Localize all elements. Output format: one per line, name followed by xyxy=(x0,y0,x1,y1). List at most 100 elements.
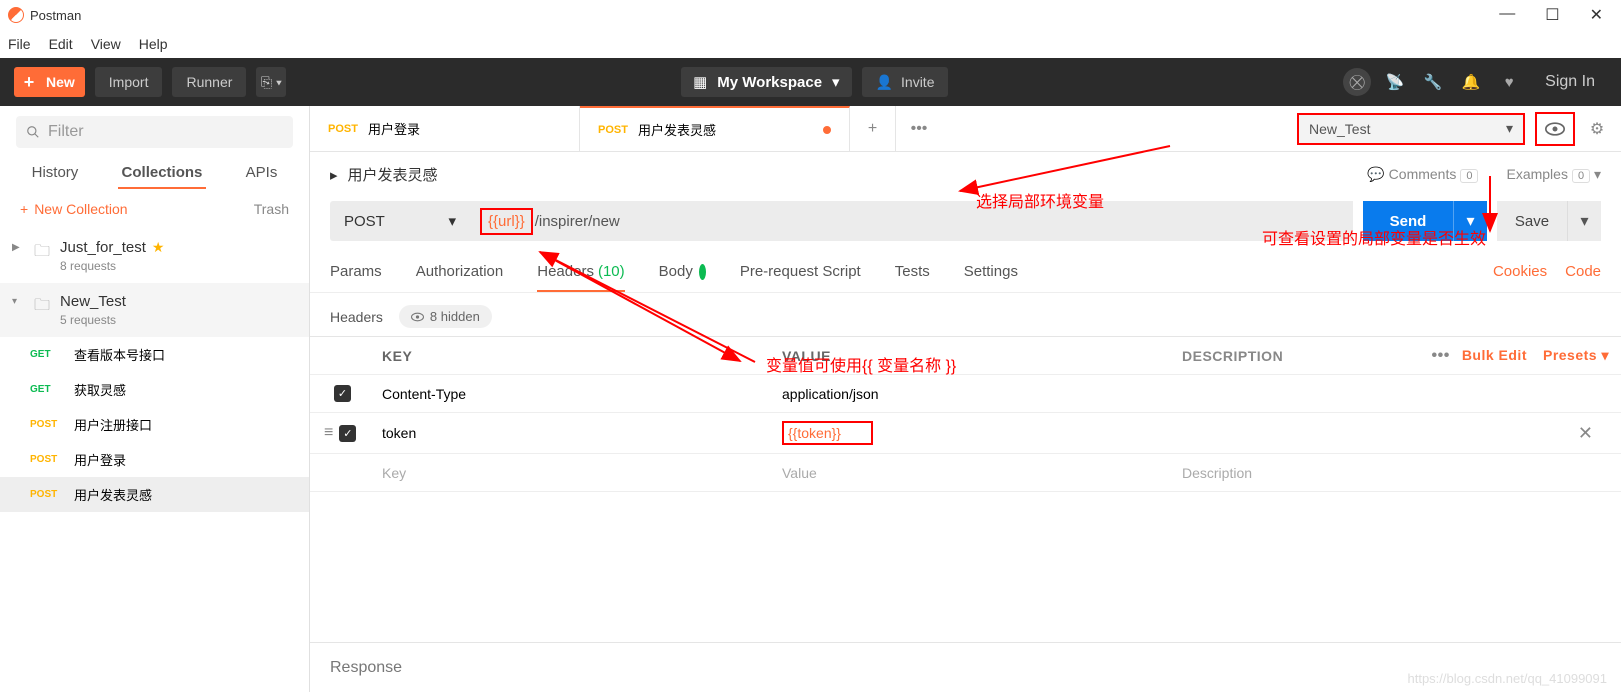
chevron-down-icon[interactable]: ▾ xyxy=(12,293,24,307)
sync-off-icon[interactable]: ⛒ xyxy=(1343,68,1371,96)
quick-look-button[interactable] xyxy=(1535,112,1575,146)
subtab-settings[interactable]: Settings xyxy=(964,257,1018,292)
bell-icon[interactable]: 🔔 xyxy=(1457,68,1485,96)
menu-file[interactable]: File xyxy=(8,36,31,52)
request-tab[interactable]: POST 用户发表灵感 xyxy=(580,106,850,151)
chevron-down-icon: ▾ xyxy=(1506,120,1513,137)
dot-icon xyxy=(699,264,706,280)
chevron-right-icon[interactable]: ▶ xyxy=(12,239,24,253)
headers-label: Headers xyxy=(330,309,383,325)
save-button[interactable]: Save xyxy=(1497,201,1567,241)
request-item[interactable]: GET获取灵感 xyxy=(0,372,309,407)
code-link[interactable]: Code xyxy=(1565,257,1601,292)
more-icon[interactable]: ••• xyxy=(1432,347,1450,365)
col-desc-header: DESCRIPTION xyxy=(1182,348,1283,364)
request-tabs: POST 用户登录 POST 用户发表灵感 + ••• New_Test ▾ ⚙ xyxy=(310,106,1621,152)
method-dropdown[interactable]: POST ▾ xyxy=(330,201,470,241)
plus-icon: + xyxy=(20,201,28,217)
new-collection-button[interactable]: + New Collection xyxy=(20,201,128,217)
tab-apis[interactable]: APIs xyxy=(242,158,282,189)
subtab-tests[interactable]: Tests xyxy=(895,257,930,292)
grid-icon: ▦ xyxy=(693,73,707,91)
person-icon: 👤 xyxy=(876,74,893,91)
close-icon[interactable]: ✕ xyxy=(1590,5,1603,25)
chevron-right-icon: ▸ xyxy=(330,166,338,184)
gear-icon[interactable]: ⚙ xyxy=(1585,119,1609,139)
checkbox-icon[interactable]: ✓ xyxy=(339,425,356,442)
open-new-icon[interactable]: ⎘ ▾ xyxy=(256,67,286,97)
window-titlebar: Postman — ☐ ✕ xyxy=(0,0,1621,30)
request-item[interactable]: GET查看版本号接口 xyxy=(0,337,309,372)
workspace-dropdown[interactable]: ▦ My Workspace ▾ xyxy=(681,67,851,97)
folder-icon: 🗀 xyxy=(34,293,50,321)
tab-more-button[interactable]: ••• xyxy=(896,106,942,151)
table-row[interactable]: Key Value Description xyxy=(310,454,1621,492)
unsaved-dot-icon xyxy=(823,126,831,134)
url-variable: {{url}} xyxy=(480,208,533,235)
subtab-params[interactable]: Params xyxy=(330,257,382,292)
send-dropdown[interactable]: ▾ xyxy=(1453,201,1487,241)
settings-wrench-icon[interactable]: 🔧 xyxy=(1419,68,1447,96)
eye-icon xyxy=(1545,122,1565,136)
collection-item[interactable]: ▶ 🗀 Just_for_test★ 8 requests xyxy=(0,229,309,283)
minimize-icon[interactable]: — xyxy=(1499,5,1515,25)
watermark: https://blog.csdn.net/qq_41099091 xyxy=(1408,671,1608,686)
subtab-headers[interactable]: Headers(10) xyxy=(537,257,624,292)
environment-dropdown[interactable]: New_Test ▾ xyxy=(1297,113,1525,145)
satellite-icon[interactable]: 📡 xyxy=(1381,68,1409,96)
cookies-link[interactable]: Cookies xyxy=(1493,257,1547,292)
request-item[interactable]: POST用户注册接口 xyxy=(0,407,309,442)
breadcrumb[interactable]: ▸ 用户发表灵感 xyxy=(330,164,438,185)
add-tab-button[interactable]: + xyxy=(850,106,896,151)
save-dropdown[interactable]: ▾ xyxy=(1567,201,1601,241)
bulk-edit-link[interactable]: Bulk Edit xyxy=(1462,347,1527,364)
subtab-prerequest[interactable]: Pre-request Script xyxy=(740,257,861,292)
sidebar: Filter History Collections APIs + New Co… xyxy=(0,106,310,692)
folder-icon: 🗀 xyxy=(34,239,50,267)
heart-icon[interactable]: ♥ xyxy=(1495,68,1523,96)
collection-item[interactable]: ▾ 🗀 New_Test 5 requests xyxy=(0,283,309,337)
col-value-header: VALUE xyxy=(770,340,1170,372)
filter-input[interactable]: Filter xyxy=(16,116,293,148)
content-area: POST 用户登录 POST 用户发表灵感 + ••• New_Test ▾ ⚙ xyxy=(310,106,1621,692)
examples-dropdown[interactable]: Examples0 ▾ xyxy=(1506,166,1601,183)
token-variable: {{token}} xyxy=(782,421,873,445)
tab-history[interactable]: History xyxy=(28,158,83,189)
delete-row-icon[interactable]: ✕ xyxy=(1578,423,1609,444)
col-key-header: KEY xyxy=(370,340,770,372)
search-icon xyxy=(26,125,40,139)
eye-icon xyxy=(411,312,424,322)
chevron-down-icon: ▾ xyxy=(832,73,840,91)
table-row[interactable]: ✓ Content-Type application/json xyxy=(310,375,1621,413)
tab-collections[interactable]: Collections xyxy=(118,158,207,189)
menu-edit[interactable]: Edit xyxy=(49,36,73,52)
import-button[interactable]: Import xyxy=(95,67,163,97)
request-item[interactable]: POST用户发表灵感 xyxy=(0,477,309,512)
maximize-icon[interactable]: ☐ xyxy=(1545,5,1559,25)
chevron-down-icon: ▾ xyxy=(448,212,456,230)
subtab-authorization[interactable]: Authorization xyxy=(416,257,504,292)
comments-button[interactable]: 💬 Comments0 xyxy=(1367,166,1478,183)
presets-dropdown[interactable]: Presets ▾ xyxy=(1543,347,1609,364)
main-toolbar: + New Import Runner ⎘ ▾ ▦ My Workspace ▾… xyxy=(0,58,1621,106)
trash-link[interactable]: Trash xyxy=(254,201,289,217)
new-button[interactable]: + New xyxy=(14,67,85,97)
app-logo-icon xyxy=(8,7,24,23)
menu-help[interactable]: Help xyxy=(139,36,168,52)
subtab-body[interactable]: Body xyxy=(659,257,706,292)
send-button[interactable]: Send xyxy=(1363,201,1453,241)
app-title: Postman xyxy=(30,8,81,23)
request-item[interactable]: POST用户登录 xyxy=(0,442,309,477)
request-tab[interactable]: POST 用户登录 xyxy=(310,106,580,151)
sign-in-button[interactable]: Sign In xyxy=(1533,73,1607,91)
invite-button[interactable]: 👤 Invite xyxy=(862,67,949,97)
plus-icon: + xyxy=(14,72,44,93)
checkbox-icon[interactable]: ✓ xyxy=(334,385,351,402)
drag-handle-icon[interactable]: ≡ xyxy=(324,424,333,442)
table-row[interactable]: ≡✓ token {{token}} ✕ xyxy=(310,413,1621,454)
menu-bar: File Edit View Help xyxy=(0,30,1621,58)
url-input[interactable]: {{url}}/inspirer/new xyxy=(470,201,1353,241)
runner-button[interactable]: Runner xyxy=(172,67,246,97)
menu-view[interactable]: View xyxy=(91,36,121,52)
hidden-headers-toggle[interactable]: 8 hidden xyxy=(399,305,492,328)
